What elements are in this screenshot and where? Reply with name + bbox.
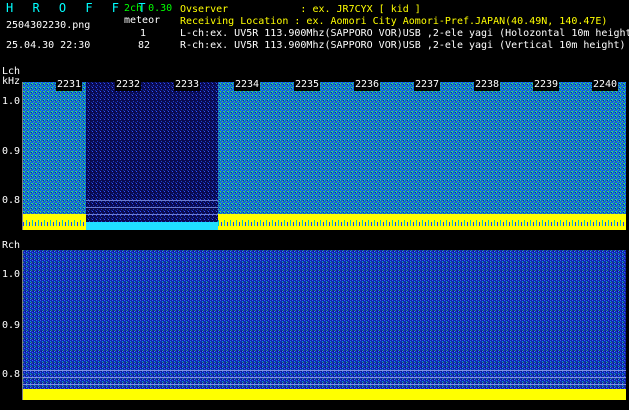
time-tick: 2239: [533, 79, 559, 91]
capture-datetime: 25.04.30 22:30: [6, 40, 91, 51]
khz-unit-label: kHz: [2, 76, 21, 87]
lch-carrier-band: [22, 214, 86, 230]
rch-ytick-1-0: 1.0: [2, 269, 21, 280]
spectrogram-canvas: [22, 82, 626, 400]
rch-ytick-0-8: 0.8: [2, 369, 21, 380]
meteor-window: [86, 82, 218, 224]
observer-line: Ovserver : ex. JR7CYX [ kid ]: [180, 4, 421, 15]
time-tick: 2235: [294, 79, 320, 91]
time-tick: 2240: [592, 79, 618, 91]
time-tick: 2232: [115, 79, 141, 91]
time-tick: 2237: [414, 79, 440, 91]
lch-info-line: L-ch:ex. UV5R 113.900Mhz(SAPPORO VOR)USB…: [180, 28, 629, 39]
file-name: 2504302230.png: [6, 20, 91, 31]
rch-carrier-band: [22, 389, 626, 400]
lch-spectrogram: [22, 82, 626, 230]
lch-count: 1: [140, 28, 147, 39]
rch-ytick-0-9: 0.9: [2, 320, 21, 331]
channel-mode: 2ch 0.30: [124, 3, 173, 14]
rch-count: 82: [138, 40, 151, 51]
time-tick: 2231: [56, 79, 82, 91]
rch-info-line: R-ch:ex. UV5R 113.900Mhz(SAPPORO VOR)USB…: [180, 40, 626, 51]
detection-type: meteor: [124, 15, 161, 26]
lch-ytick-1-0: 1.0: [2, 96, 21, 107]
location-line: Receiving Location : ex. Aomori City Aom…: [180, 16, 608, 27]
lch-ytick-0-9: 0.9: [2, 146, 21, 157]
rch-label: Rch: [2, 240, 21, 251]
lch-ytick-0-8: 0.8: [2, 195, 21, 206]
time-tick: 2238: [474, 79, 500, 91]
rch-spectrogram: [22, 250, 626, 400]
time-tick: 2234: [234, 79, 260, 91]
time-tick: 2236: [354, 79, 380, 91]
time-tick: 2233: [174, 79, 200, 91]
